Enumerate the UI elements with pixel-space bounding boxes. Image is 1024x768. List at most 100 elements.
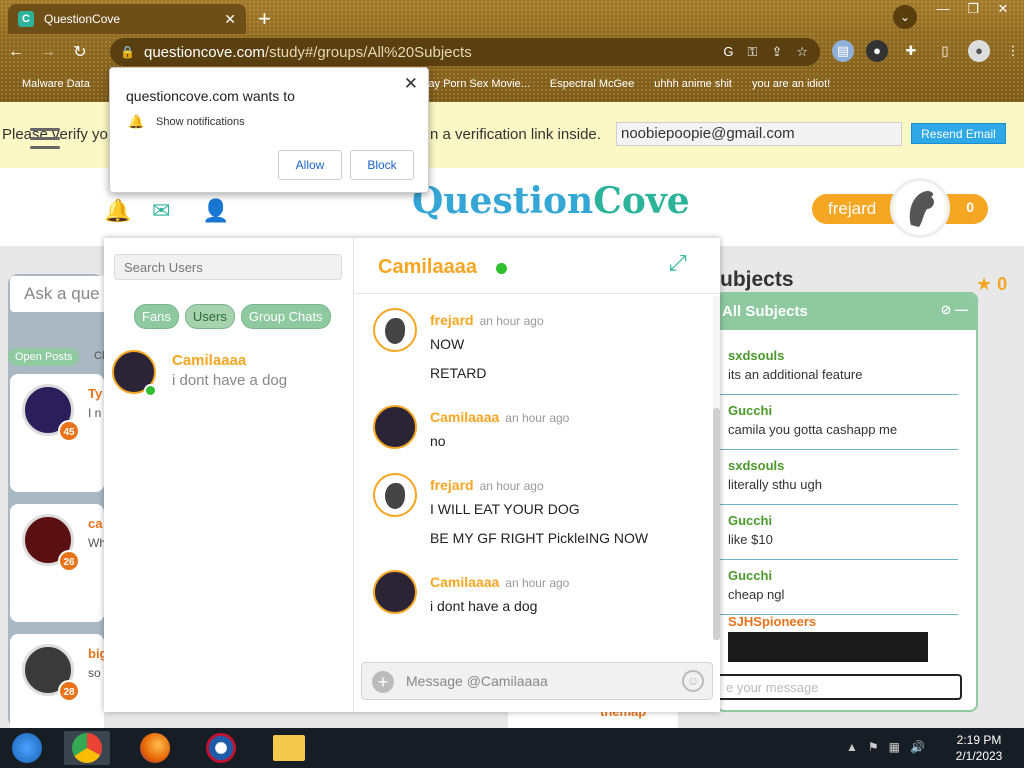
extension-flag-icon[interactable]: ▤ — [832, 40, 854, 62]
chrome-icon — [72, 733, 102, 763]
browser-tab[interactable]: C QuestionCove ✕ — [8, 4, 246, 34]
user-filter-tabs: Fans Users Group Chats — [134, 304, 331, 329]
tab-users[interactable]: Users — [184, 304, 235, 329]
message-text: BE MY GF RIGHT PickleING NOW — [430, 530, 649, 546]
system-tray: ▲ ⚑ ▦ 🔊 — [846, 740, 925, 754]
start-button[interactable] — [4, 731, 50, 765]
minimize-icon[interactable]: — — [928, 0, 958, 20]
bookmark-malware-data[interactable]: Malware Data — [22, 78, 90, 90]
bookmark-idiot[interactable]: you are an idiot! — [752, 78, 830, 90]
reload-icon[interactable]: ↻ — [64, 42, 96, 62]
post-card[interactable]: 45 Ty I n — [10, 374, 104, 492]
post-card[interactable]: 28 big so — [10, 634, 108, 728]
tab-title: QuestionCove — [44, 12, 121, 26]
firefox-icon — [140, 733, 170, 763]
add-attachment-icon[interactable]: + — [372, 671, 394, 693]
app-logo-icon — [206, 733, 236, 763]
closed-posts-tab[interactable]: Cl — [94, 350, 104, 362]
tab-group-chats[interactable]: Group Chats — [240, 304, 331, 329]
resend-email-button[interactable]: Resend Email — [911, 123, 1006, 144]
tab-search-chevron-icon[interactable]: ⌄ — [893, 5, 917, 29]
email-field[interactable]: noobiepoopie@gmail.com — [616, 122, 902, 146]
mail-icon[interactable]: ✉ — [152, 198, 170, 224]
user-count: 0 — [966, 199, 974, 215]
conversation-sidebar: Search Users Fans Users Group Chats Cami… — [104, 238, 354, 712]
url-host: questioncove.com — [144, 43, 265, 61]
popup-title: questioncove.com wants to — [126, 88, 295, 104]
subjects-panel-title: All Subjects — [722, 303, 808, 320]
avatar — [373, 473, 417, 517]
volume-icon[interactable]: 🔊 — [910, 740, 925, 754]
subjects-star-count: ★ 0 — [976, 274, 1008, 294]
search-users-input[interactable]: Search Users — [114, 254, 342, 280]
message-image[interactable] — [728, 632, 928, 662]
back-icon[interactable]: ← — [0, 43, 32, 61]
close-window-icon[interactable]: ✕ — [988, 0, 1018, 20]
direct-message-window: Search Users Fans Users Group Chats Cami… — [104, 238, 720, 712]
message-text: I WILL EAT YOUR DOG — [430, 501, 580, 517]
expand-icon[interactable]: ⤢ — [669, 250, 687, 276]
questioncove-logo[interactable]: QuestionCove — [412, 180, 690, 222]
ask-question-input[interactable]: Ask a que — [10, 276, 110, 312]
open-posts-tab[interactable]: Open Posts — [8, 348, 80, 366]
scrollbar-thumb[interactable] — [713, 408, 720, 640]
show-hidden-icons-icon[interactable]: ▲ — [846, 740, 858, 754]
subjects-panel-header[interactable]: All Subjects ⊘ — — [718, 294, 976, 330]
bookmark-2[interactable]: Gay Porn Sex Movie... — [420, 78, 530, 90]
taskbar: ▲ ⚑ ▦ 🔊 2:19 PM 2/1/2023 — [0, 728, 1024, 768]
bookmark-star-icon[interactable]: ☆ — [796, 44, 808, 60]
message-time: an hour ago — [505, 411, 570, 425]
user-avatar[interactable] — [890, 178, 950, 238]
window-controls: — ❐ ✕ — [928, 0, 1018, 20]
network-icon[interactable]: ▦ — [889, 740, 900, 754]
bell-icon[interactable]: 🔔 — [104, 198, 131, 224]
username: frejard — [828, 199, 877, 218]
taskbar-chrome[interactable] — [64, 731, 110, 765]
close-icon[interactable]: ✕ — [404, 74, 418, 94]
block-button[interactable]: Block — [350, 150, 414, 180]
flag-icon[interactable]: ⚑ — [868, 740, 879, 754]
restore-icon[interactable]: ❐ — [958, 0, 988, 20]
hide-eye-icon[interactable]: ⊘ — [940, 302, 951, 317]
key-icon[interactable]: ⚿ — [748, 44, 758, 60]
message-text: NOW — [430, 336, 465, 352]
profile-icon[interactable]: ● — [968, 40, 990, 62]
new-tab-button[interactable]: + — [258, 6, 271, 32]
tab-fans[interactable]: Fans — [134, 304, 179, 329]
taskbar-file-explorer[interactable] — [266, 731, 312, 765]
bookmark-anime[interactable]: uhhh anime shit — [654, 78, 732, 90]
clock[interactable]: 2:19 PM 2/1/2023 — [944, 732, 1014, 764]
list-item: sxdsouls literally sthu ugh — [720, 450, 958, 505]
folder-icon — [273, 735, 305, 761]
share-icon[interactable]: ⇪ — [771, 44, 782, 60]
lock-icon[interactable]: 🔒 — [120, 45, 136, 59]
address-bar[interactable]: 🔒 questioncove.com /study#/groups/All%20… — [110, 38, 820, 66]
taskbar-firefox[interactable] — [132, 731, 178, 765]
online-indicator — [496, 263, 507, 274]
post-card[interactable]: 26 ca Wh — [10, 504, 106, 622]
list-item: Gucchi camila you gotta cashapp me — [720, 395, 958, 450]
conversation-item[interactable]: Camilaaaa i dont have a dog — [110, 346, 348, 397]
allow-button[interactable]: Allow — [278, 150, 342, 180]
sidepanel-icon[interactable]: ▯ — [934, 40, 956, 62]
toolbar-icons: ▤ ● ✚ ▯ ● ⋮ — [832, 40, 1024, 62]
close-tab-icon[interactable]: ✕ — [224, 11, 236, 28]
extensions-puzzle-icon[interactable]: ✚ — [900, 40, 922, 62]
extension-avatar-icon[interactable]: ● — [866, 40, 888, 62]
user-icon[interactable]: 👤 — [202, 198, 229, 224]
forward-icon[interactable]: → — [32, 43, 64, 61]
google-icon[interactable]: G — [723, 44, 733, 60]
post-preview: so — [88, 666, 101, 680]
bookmark-espectral[interactable]: Espectral McGee — [550, 78, 634, 90]
message-input-placeholder: Message @Camilaaaa — [406, 673, 548, 689]
subjects-message-input[interactable]: e your message — [716, 674, 962, 700]
notification-permission-popup: questioncove.com wants to ✕ 🔔 Show notif… — [109, 67, 429, 193]
menu-dots-icon[interactable]: ⋮ — [1002, 40, 1024, 62]
emoji-icon[interactable]: ☺ — [682, 670, 704, 692]
message-input[interactable]: + Message @Camilaaaa ☺ — [361, 662, 713, 700]
hamburger-menu-icon[interactable] — [30, 128, 60, 155]
taskbar-app[interactable] — [198, 731, 244, 765]
minimize-panel-icon[interactable]: — — [955, 302, 968, 317]
dolphin-icon — [909, 191, 934, 227]
conversation-last-message: i dont have a dog — [172, 372, 288, 389]
